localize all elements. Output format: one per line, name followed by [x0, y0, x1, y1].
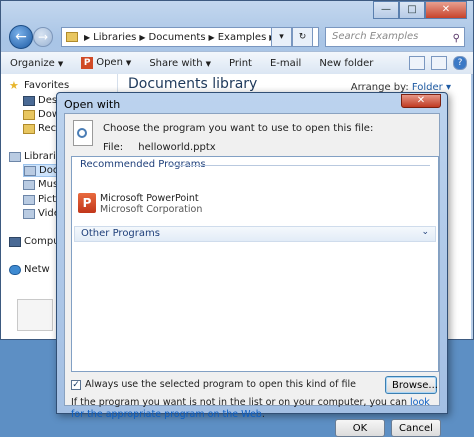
chevron-right-icon: ▶ [139, 32, 146, 42]
minimize-button[interactable]: — [373, 1, 399, 19]
nav-favorites[interactable]: ★ Favorites [9, 78, 70, 92]
back-button[interactable]: ← [9, 25, 33, 49]
other-programs-header: Other Programs [81, 228, 160, 239]
star-icon: ★ [9, 78, 19, 92]
address-controls: ▾ ↻ [271, 27, 313, 47]
nav-computer-label: Compu [24, 236, 60, 247]
share-with-button[interactable]: Share with ▼ [140, 58, 220, 69]
search-icon[interactable]: ⚲ [453, 30, 460, 48]
info-text-body: If the program you want is not in the li… [71, 397, 407, 408]
network-icon [9, 264, 21, 275]
always-use-checkbox[interactable]: ✓ [71, 379, 81, 390]
nav-libraries[interactable]: Librari [9, 151, 56, 162]
program-list[interactable]: Recommended Programs P Microsoft PowerPo… [71, 156, 439, 372]
maximize-button[interactable]: □ [399, 1, 425, 19]
window-controls: — □ ✕ [373, 1, 467, 19]
nav-computer[interactable]: Compu [9, 236, 60, 247]
chevron-down-icon: ▼ [205, 59, 211, 68]
file-info: File: helloworld.pptx [103, 142, 216, 153]
refresh-icon[interactable]: ↻ [292, 27, 313, 47]
info-text: If the program you want is not in the li… [71, 397, 441, 421]
desktop-icon [23, 95, 35, 106]
library-title: Documents library [128, 76, 258, 92]
help-icon[interactable]: ? [453, 56, 467, 70]
documents-icon [24, 165, 36, 176]
nav-downloads[interactable]: Dow [23, 109, 60, 120]
nav-libraries-label: Librari [24, 151, 56, 162]
organize-button[interactable]: Organize ▼ [1, 58, 72, 69]
open-with-dialog: Open with ✕ Choose the program you want … [56, 92, 448, 437]
chevron-right-icon: ▶ [208, 32, 215, 42]
powerpoint-icon: P [78, 193, 96, 213]
program-text: Microsoft PowerPoint Microsoft Corporati… [100, 193, 202, 215]
breadcrumb-documents[interactable]: Documents [149, 32, 206, 43]
print-button[interactable]: Print [220, 58, 261, 69]
chevron-down-icon: ▼ [125, 59, 132, 67]
navigation-row: ← → ▶ Libraries ▶ Documents ▶ Examples ▶… [9, 25, 465, 49]
breadcrumb-libraries[interactable]: Libraries [93, 32, 136, 43]
videos-icon [23, 208, 35, 219]
file-search-icon [73, 120, 93, 146]
program-name: Microsoft PowerPoint [100, 193, 199, 204]
pictures-icon [23, 194, 35, 205]
chevron-down-icon[interactable]: ⌄ [421, 227, 429, 237]
nav-favorites-label: Favorites [24, 80, 70, 91]
view-controls: ? [409, 56, 473, 70]
info-text-end: . [261, 409, 265, 420]
cancel-button[interactable]: Cancel [391, 419, 441, 437]
breadcrumb-examples[interactable]: Examples [218, 32, 267, 43]
libraries-icon [9, 151, 21, 162]
program-company: Microsoft Corporation [100, 204, 203, 215]
open-button[interactable]: P Open ▼ [72, 57, 140, 69]
file-label: File: [103, 142, 124, 153]
nav-pictures-label: Pict [38, 194, 57, 205]
always-use-label: Always use the selected program to open … [85, 379, 356, 390]
computer-icon [9, 236, 21, 247]
share-with-label: Share with [149, 57, 203, 69]
nav-pictures[interactable]: Pict [23, 194, 56, 205]
folder-icon [66, 32, 78, 42]
organize-label: Organize [10, 57, 55, 69]
chevron-right-icon: ▶ [84, 32, 91, 42]
file-name: helloworld.pptx [138, 142, 216, 153]
new-folder-button[interactable]: New folder [310, 58, 382, 69]
music-icon [23, 179, 35, 190]
view-options-icon[interactable] [409, 56, 425, 70]
powerpoint-icon: P [81, 57, 94, 69]
downloads-icon [23, 109, 35, 120]
always-use-option[interactable]: ✓ Always use the selected program to ope… [71, 379, 356, 390]
program-item-powerpoint[interactable]: P Microsoft PowerPoint Microsoft Corpora… [78, 193, 202, 215]
dialog-body: Choose the program you want to use to op… [64, 113, 441, 437]
close-window-button[interactable]: ✕ [425, 1, 467, 19]
search-input[interactable]: Search Examples ⚲ [325, 27, 465, 47]
nav-music[interactable]: Mus [23, 179, 58, 190]
group-divider [168, 165, 430, 166]
recent-places-icon [23, 123, 35, 134]
preview-pane-icon[interactable] [431, 56, 447, 70]
command-bar: Organize ▼ P Open ▼ Share with ▼ Print E-mai… [1, 51, 473, 75]
dialog-close-button[interactable]: ✕ [401, 94, 441, 108]
ok-button[interactable]: OK [335, 419, 385, 437]
file-thumbnail[interactable] [17, 299, 53, 331]
forward-button[interactable]: → [33, 27, 53, 47]
open-label: Open [96, 57, 123, 68]
nav-network-label: Netw [24, 264, 50, 275]
choose-program-prompt: Choose the program you want to use to op… [103, 123, 374, 134]
nav-network[interactable]: Netw [9, 264, 50, 275]
address-dropdown-button[interactable]: ▾ [271, 27, 292, 47]
browse-button[interactable]: Browse... [385, 376, 438, 394]
other-programs-group[interactable]: Other Programs ⌄ [74, 226, 436, 242]
search-placeholder: Search Examples [332, 31, 419, 42]
dialog-title: Open with [64, 98, 121, 111]
chevron-down-icon: ▼ [57, 59, 64, 68]
email-button[interactable]: E-mail [261, 58, 310, 69]
